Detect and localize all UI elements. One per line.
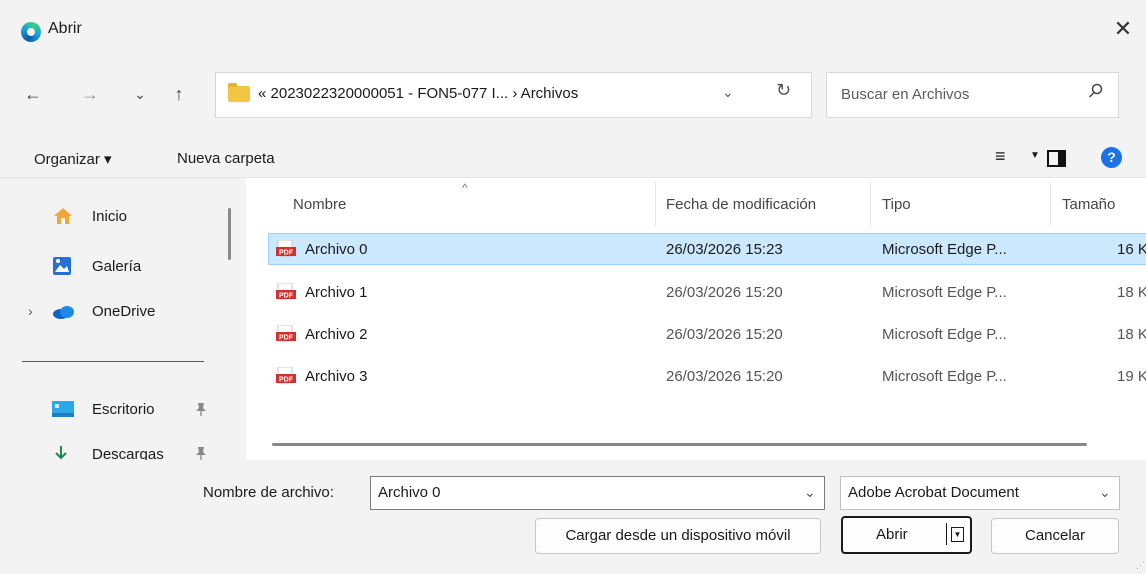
edge-app-icon — [21, 22, 41, 42]
pdf-file-icon: PDF — [276, 324, 296, 343]
folder-icon — [228, 83, 250, 102]
filename-value[interactable]: Archivo 0 — [378, 484, 441, 501]
pdf-file-icon: PDF — [276, 239, 296, 258]
file-date: 26/03/2026 15:23 — [666, 241, 783, 258]
file-date: 26/03/2026 15:20 — [666, 368, 783, 385]
forward-arrow-icon[interactable]: → — [76, 80, 104, 108]
help-icon[interactable]: ? — [1101, 147, 1122, 168]
open-split-separator — [946, 523, 947, 545]
back-arrow-icon[interactable]: ← — [19, 80, 47, 108]
file-name[interactable]: Archivo 3 — [305, 368, 368, 385]
filename-dropdown-icon[interactable]: ⌄ — [804, 484, 816, 501]
view-dropdown-icon[interactable]: ▼ — [1030, 150, 1040, 161]
filetype-dropdown-icon[interactable]: ⌄ — [1099, 484, 1111, 501]
recent-locations-chevron-icon[interactable]: ⌄ — [126, 80, 154, 108]
sidebar-item-onedrive[interactable]: OneDrive — [92, 303, 155, 320]
organize-menu[interactable]: Organizar ▾ — [34, 150, 112, 168]
sidebar-divider — [22, 361, 204, 362]
sidebar-item-escritorio[interactable]: Escritorio — [92, 401, 155, 418]
gallery-icon — [52, 256, 72, 275]
upload-from-mobile-button[interactable]: Cargar desde un dispositivo móvil — [535, 518, 821, 554]
file-name[interactable]: Archivo 1 — [305, 284, 368, 301]
sidebar-item-inicio[interactable]: Inicio — [92, 208, 127, 225]
svg-text:PDF: PDF — [279, 250, 294, 257]
pin-icon — [195, 402, 207, 419]
up-arrow-icon[interactable]: ↑ — [165, 80, 193, 108]
file-name[interactable]: Archivo 2 — [305, 326, 368, 343]
title-bar — [0, 0, 1146, 62]
address-path[interactable]: « 2023022320000051 - FON5-077 I... › Arc… — [258, 85, 578, 102]
command-bar — [0, 134, 1146, 178]
file-size: 19 K — [1117, 368, 1146, 385]
cancel-button[interactable]: Cancelar — [991, 518, 1119, 554]
file-size: 18 K — [1117, 326, 1146, 343]
file-size: 18 K — [1117, 284, 1146, 301]
search-icon[interactable] — [1088, 83, 1104, 104]
onedrive-expand-chevron-icon[interactable]: › — [28, 303, 33, 319]
cloud-icon — [52, 304, 74, 322]
file-name[interactable]: Archivo 0 — [305, 241, 368, 258]
column-separator[interactable] — [870, 182, 871, 226]
column-header-name[interactable]: Nombre — [293, 196, 346, 213]
pdf-file-icon: PDF — [276, 282, 296, 301]
file-type: Microsoft Edge P... — [882, 326, 1007, 343]
sidebar-scrollbar[interactable] — [228, 208, 231, 260]
file-type: Microsoft Edge P... — [882, 241, 1007, 258]
refresh-icon[interactable]: ↻ — [776, 80, 791, 101]
sort-ascending-icon: ^ — [462, 181, 468, 195]
window-title: Abrir — [48, 20, 82, 37]
file-size: 16 K — [1117, 241, 1146, 258]
file-date: 26/03/2026 15:20 — [666, 326, 783, 343]
sidebar-item-galeria[interactable]: Galería — [92, 258, 141, 275]
svg-text:PDF: PDF — [279, 335, 294, 342]
horizontal-scrollbar[interactable] — [272, 443, 1087, 446]
desktop-icon — [52, 401, 74, 419]
pdf-file-icon: PDF — [276, 366, 296, 385]
view-options-icon[interactable]: ≡ — [995, 146, 1006, 167]
file-date: 26/03/2026 15:20 — [666, 284, 783, 301]
address-dropdown-icon[interactable]: ⌄ — [722, 84, 734, 101]
file-type: Microsoft Edge P... — [882, 284, 1007, 301]
svg-text:PDF: PDF — [279, 377, 294, 384]
filetype-value[interactable]: Adobe Acrobat Document — [848, 484, 1019, 501]
preview-pane-icon[interactable] — [1047, 150, 1066, 167]
column-separator[interactable] — [1050, 182, 1051, 226]
open-split-dropdown-icon[interactable]: ▼ — [951, 527, 964, 542]
home-icon — [52, 206, 72, 224]
file-type: Microsoft Edge P... — [882, 368, 1007, 385]
new-folder-button[interactable]: Nueva carpeta — [177, 150, 275, 167]
column-header-size[interactable]: Tamaño — [1062, 196, 1115, 213]
column-separator[interactable] — [655, 182, 656, 226]
column-header-type[interactable]: Tipo — [882, 196, 911, 213]
resize-grip-icon[interactable]: ⋰ — [1136, 560, 1145, 571]
column-header-date[interactable]: Fecha de modificación — [666, 196, 816, 213]
search-placeholder[interactable]: Buscar en Archivos — [841, 86, 969, 103]
svg-text:PDF: PDF — [279, 293, 294, 300]
filename-label: Nombre de archivo: — [203, 484, 334, 501]
close-button[interactable]: ✕ — [1108, 14, 1138, 44]
